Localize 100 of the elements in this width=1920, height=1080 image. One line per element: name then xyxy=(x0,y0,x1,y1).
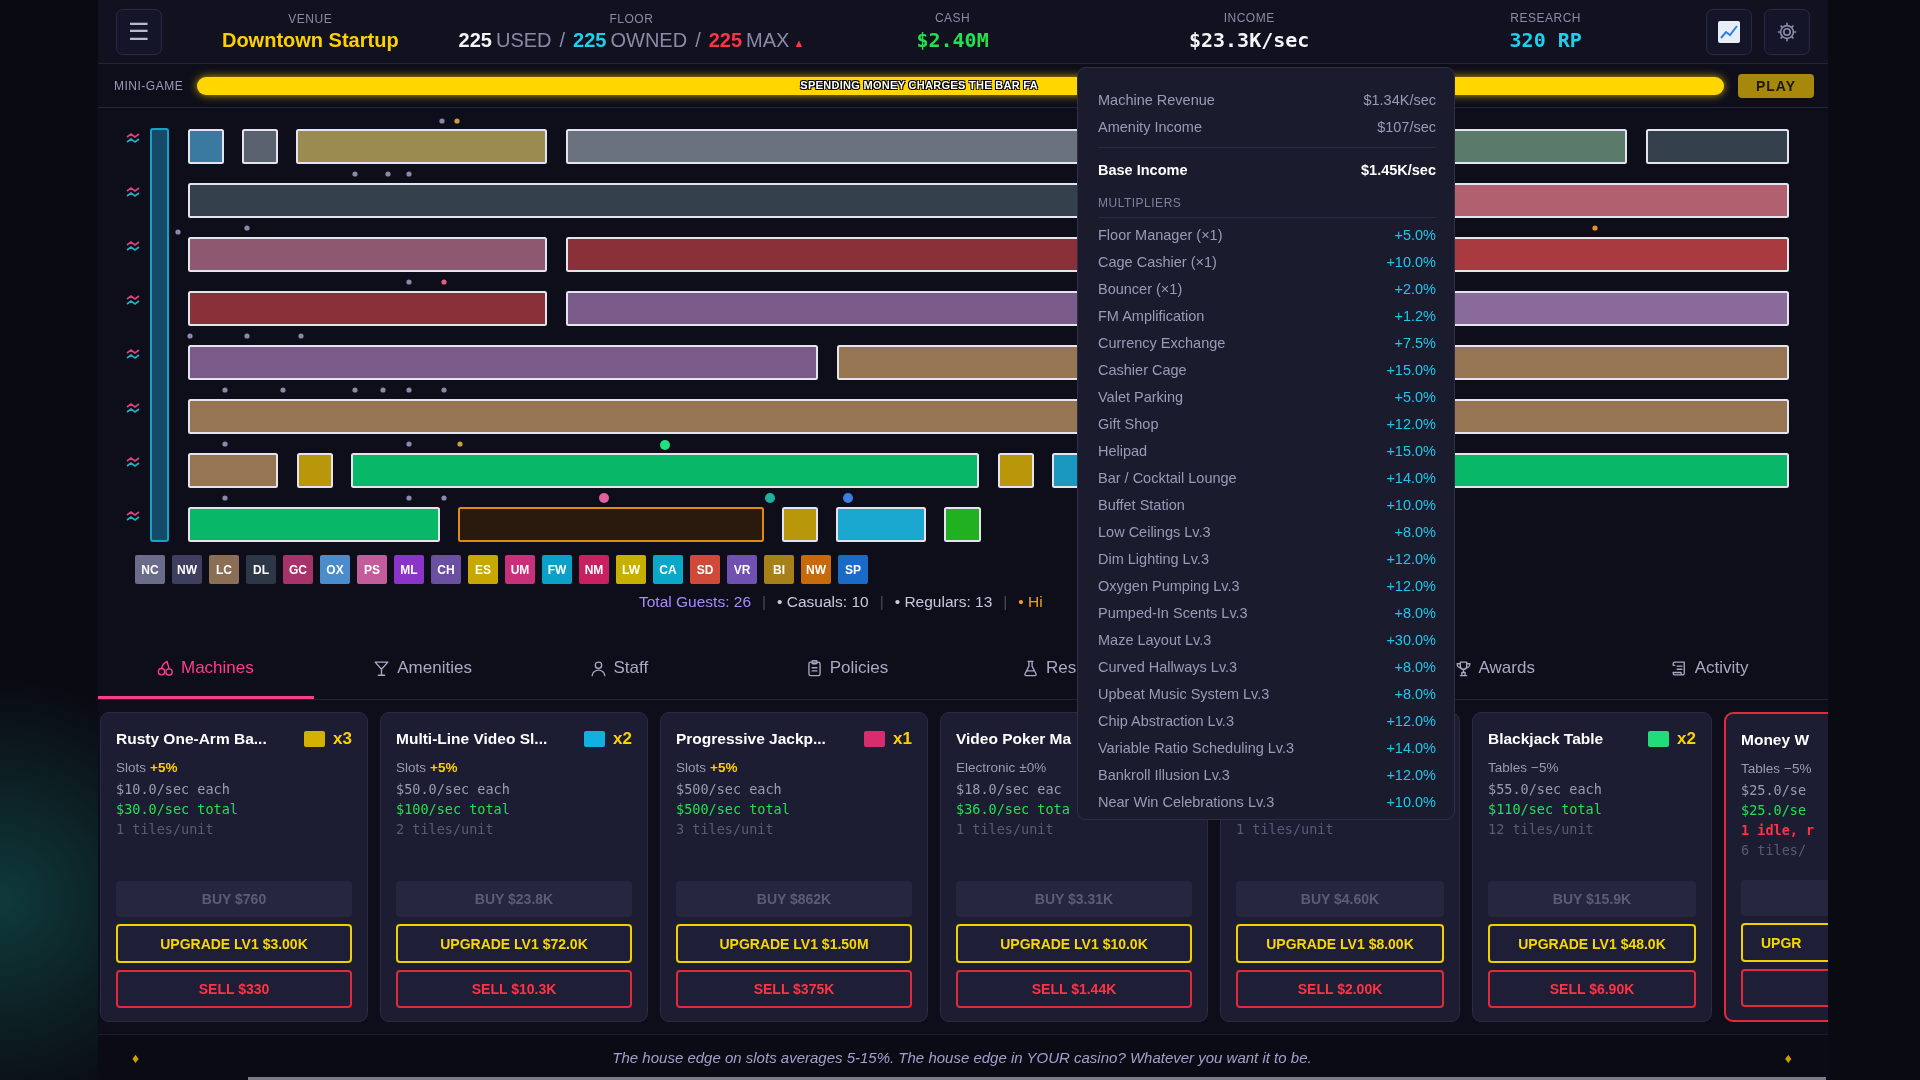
multiplier-value: +5.0% xyxy=(1394,226,1436,243)
section-heading: MULTIPLIERS xyxy=(1098,196,1182,210)
rate-text: $25.0/se xyxy=(1741,781,1807,798)
upgrade-button[interactable]: UPGRADE LV1 $8.00K xyxy=(1236,924,1444,963)
tab[interactable]: Amenities xyxy=(314,640,531,699)
tiles-text: 1 tiles/unit xyxy=(956,821,1054,837)
play-button[interactable]: PLAY xyxy=(1738,73,1814,98)
total-rate-text: $100/sec total xyxy=(396,801,510,817)
multiplier-value: +15.0% xyxy=(1386,442,1436,459)
separator-text: | xyxy=(879,593,884,611)
unit-count: x2 xyxy=(613,729,632,749)
upgrade-button[interactable]: UPGRADE LV1 $48.0K xyxy=(1488,924,1696,963)
tab[interactable]: Machines xyxy=(98,640,315,699)
tab[interactable]: Staff xyxy=(530,640,747,699)
multiplier-label: Buffet Station xyxy=(1098,496,1185,513)
multiplier-label: Maze Layout Lv.3 xyxy=(1098,631,1212,648)
slash-separator: / xyxy=(695,28,701,52)
diamond-mark: ♦ xyxy=(1784,1049,1792,1066)
sell-button[interactable]: SELL $6.90K xyxy=(1488,970,1696,1008)
machine-title: Money W xyxy=(1741,731,1810,749)
modifier-text: −5% xyxy=(1784,760,1812,776)
category-text: Slots xyxy=(676,759,706,775)
used-label: USED xyxy=(495,28,552,52)
multiplier-label: Valet Parking xyxy=(1098,388,1184,405)
tiles-text: 3 tiles/unit xyxy=(676,821,774,837)
zone-tag: CA xyxy=(653,555,683,584)
multiplier-label: Helipad xyxy=(1098,442,1148,459)
upgrade-button[interactable]: UPGRADE LV1 $10.0K xyxy=(956,924,1192,963)
rate-text: $500/sec each xyxy=(676,780,782,797)
income-value: $107/sec xyxy=(1377,118,1436,135)
rate-text: $10.0/sec each xyxy=(116,780,230,797)
zone-tag: ML xyxy=(394,555,424,584)
multiplier-label: Curved Hallways Lv.3 xyxy=(1098,658,1238,675)
multiplier-value: +10.0% xyxy=(1386,496,1436,513)
total-rate-text: $25.0/se xyxy=(1741,802,1807,818)
income-value: $1.34K/sec xyxy=(1363,91,1436,108)
multiplier-label: Bar / Cocktail Lounge xyxy=(1098,469,1237,486)
zone-tag: OX xyxy=(320,555,350,584)
unit-count: x2 xyxy=(1677,729,1696,749)
category-text: Tables xyxy=(1488,759,1528,775)
settings-button[interactable] xyxy=(1764,8,1810,55)
zone-tag: NC xyxy=(135,555,165,584)
total-rate-text: $30.0/sec total xyxy=(116,801,238,817)
used-count: 225 xyxy=(458,28,492,52)
sell-button[interactable]: SELL $375K xyxy=(676,970,912,1008)
tiles-text: 6 tiles/ xyxy=(1741,842,1807,858)
tab[interactable]: Activity xyxy=(1611,640,1828,699)
guest-count: • Casuals: 10 xyxy=(777,593,869,611)
tiles-text: 2 tiles/unit xyxy=(396,821,494,837)
multiplier-value: +14.0% xyxy=(1386,469,1436,486)
category-text: Tables xyxy=(1741,760,1781,776)
upgrade-button[interactable]: UPGRADE LV1 $1.50M xyxy=(676,924,912,963)
rate-text: $18.0/sec eac xyxy=(956,780,1062,797)
zone-tag: SP xyxy=(838,555,868,584)
income-label: INCOME xyxy=(1223,11,1275,25)
multiplier-label: Gift Shop xyxy=(1098,415,1159,432)
multiplier-label: Chip Abstraction Lv.3 xyxy=(1098,712,1234,729)
flask-icon xyxy=(1021,658,1040,678)
multiplier-value: +14.0% xyxy=(1386,739,1436,756)
zone-tag: GC xyxy=(283,555,313,584)
upgrade-button[interactable]: UPGR xyxy=(1741,923,1828,962)
multiplier-value: +1.2% xyxy=(1394,307,1436,324)
chart-button[interactable] xyxy=(1706,8,1752,55)
machine-title: Rusty One-Arm Ba... xyxy=(116,730,267,748)
charge-caption: SPENDING MONEY CHARGES THE BAR FA xyxy=(800,78,1038,91)
menu-button[interactable]: ☰ xyxy=(116,8,162,55)
income-value: $23.3K/sec xyxy=(1188,28,1310,52)
multiplier-value: +12.0% xyxy=(1386,712,1436,729)
sell-button[interactable]: SELL $10.3K xyxy=(396,970,632,1008)
sell-button[interactable]: SELL $1.44K xyxy=(956,970,1192,1008)
multiplier-value: +7.5% xyxy=(1394,334,1436,351)
category-text: Electronic xyxy=(956,759,1016,775)
slash-separator: / xyxy=(559,28,566,52)
sell-button[interactable]: SELL $2.00K xyxy=(1236,970,1444,1008)
rate-text: $50.0/sec each xyxy=(396,780,510,797)
multiplier-label: FM Amplification xyxy=(1098,307,1205,324)
machine-title: Blackjack Table xyxy=(1488,730,1604,748)
line-chart-icon xyxy=(1717,19,1741,44)
zone-tag: NW xyxy=(801,555,831,584)
multiplier-label: Currency Exchange xyxy=(1098,334,1226,351)
upgrade-button[interactable]: UPGRADE LV1 $72.0K xyxy=(396,924,632,963)
zone-tag: DL xyxy=(246,555,276,584)
category-text: Slots xyxy=(116,759,146,775)
separator-text: | xyxy=(762,593,767,611)
tiles-text: 12 tiles/unit xyxy=(1488,821,1594,837)
multiplier-value: +12.0% xyxy=(1386,766,1436,783)
minigame-label: MINI-GAME xyxy=(114,78,184,93)
multiplier-label: Cage Cashier (×1) xyxy=(1098,253,1217,270)
zone-tag: NW xyxy=(172,555,202,584)
upgrade-button[interactable]: UPGRADE LV1 $3.00K xyxy=(116,924,352,963)
unit-count: x3 xyxy=(333,729,352,749)
diamond-mark: ♦ xyxy=(132,1049,140,1066)
total-rate-text: $110/sec total xyxy=(1488,801,1602,817)
scrollbar-thumb[interactable] xyxy=(248,1077,1826,1080)
research-value: 320 RP xyxy=(1509,28,1582,52)
multiplier-value: +8.0% xyxy=(1394,658,1436,675)
sell-button[interactable]: SELL $330 xyxy=(116,970,352,1008)
zone-tag: SD xyxy=(690,555,720,584)
max-count: 225 xyxy=(708,28,743,52)
tab[interactable]: Policies xyxy=(746,640,963,699)
